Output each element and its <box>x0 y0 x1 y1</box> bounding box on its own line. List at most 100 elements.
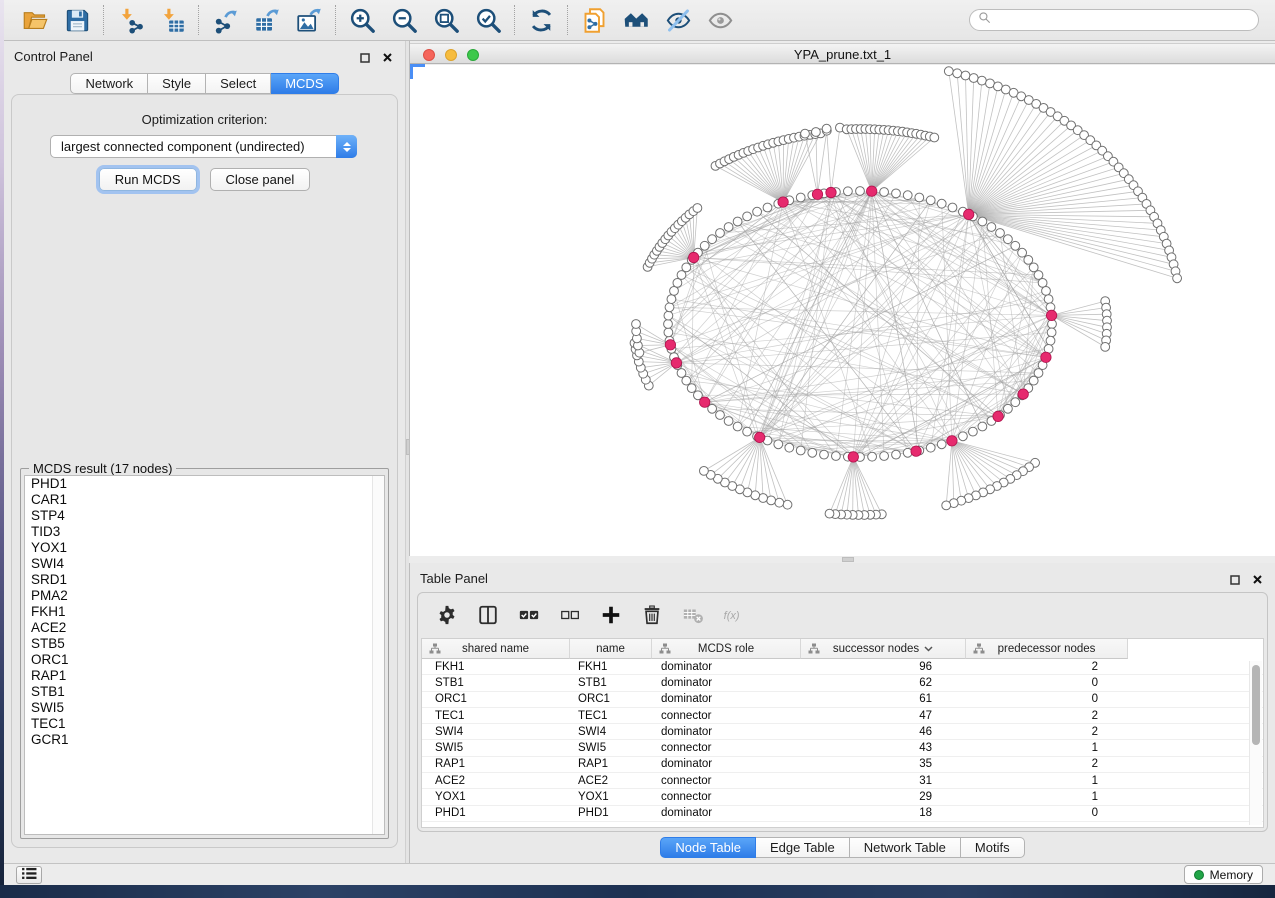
memory-button[interactable]: Memory <box>1184 865 1263 884</box>
column-header-shared-name[interactable]: shared name <box>422 639 570 659</box>
float-panel-icon[interactable] <box>1230 572 1240 590</box>
mcds-result-group: MCDS result (17 nodes) PHD1CAR1STP4TID3Y… <box>20 468 389 839</box>
mcds-result-node[interactable]: ORC1 <box>25 652 384 668</box>
cell-MCDS-role: dominator <box>652 661 801 673</box>
table-scrollbar-thumb[interactable] <box>1252 665 1260 745</box>
cell-MCDS-role: connector <box>652 742 801 754</box>
network-nodes[interactable] <box>630 67 1181 520</box>
dropdown-stepper-icon[interactable] <box>336 135 357 158</box>
mcds-result-node[interactable]: STB1 <box>25 684 384 700</box>
copy-network-button[interactable] <box>573 3 615 37</box>
mcds-result-node[interactable]: ACE2 <box>25 620 384 636</box>
import-network-icon <box>117 7 144 34</box>
cell-MCDS-role: dominator <box>652 807 801 819</box>
tab-style[interactable]: Style <box>148 73 206 94</box>
refresh-button[interactable] <box>520 3 562 37</box>
save-button[interactable] <box>56 3 98 37</box>
import-table-button[interactable] <box>151 3 193 37</box>
column-header-predecessor-nodes[interactable]: predecessor nodes <box>966 639 1128 659</box>
search-box[interactable] <box>969 9 1259 31</box>
close-panel-icon[interactable] <box>382 50 393 68</box>
cell-MCDS-role: dominator <box>652 693 801 705</box>
table-toolbar: f(x) <box>418 593 1267 637</box>
network-titlebar[interactable]: YPA_prune.txt_1 <box>410 43 1275 64</box>
table-row[interactable]: TEC1TEC1connector472 <box>422 708 1263 724</box>
horizontal-splitter[interactable] <box>409 556 1275 563</box>
splitter-grip[interactable] <box>842 557 854 562</box>
delete-button[interactable] <box>641 604 663 626</box>
zoom-selected-button[interactable] <box>467 3 509 37</box>
mcds-result-node[interactable]: PMA2 <box>25 588 384 604</box>
column-header-successor-nodes[interactable]: successor nodes <box>801 639 966 659</box>
mcds-result-node[interactable]: SWI5 <box>25 700 384 716</box>
float-panel-icon[interactable] <box>360 50 370 68</box>
mcds-result-node[interactable]: GCR1 <box>25 732 384 748</box>
tab-node-table[interactable]: Node Table <box>660 837 756 858</box>
tab-edge-table[interactable]: Edge Table <box>756 837 850 858</box>
show-all-button[interactable] <box>699 3 741 37</box>
task-history-button[interactable] <box>16 866 42 884</box>
zoom-fit-button[interactable] <box>425 3 467 37</box>
import-network-button[interactable] <box>109 3 151 37</box>
table-row[interactable]: ORC1ORC1dominator610 <box>422 692 1263 708</box>
network-canvas[interactable] <box>410 65 1275 556</box>
mcds-result-node[interactable]: RAP1 <box>25 668 384 684</box>
first-neighbors-button[interactable] <box>615 3 657 37</box>
mcds-result-node[interactable]: FKH1 <box>25 604 384 620</box>
table-scrollbar[interactable] <box>1249 661 1262 825</box>
table-row[interactable]: ACE2ACE2connector311 <box>422 773 1263 789</box>
mcds-result-scrollbar[interactable] <box>372 476 384 834</box>
mcds-result-node[interactable]: PHD1 <box>25 476 384 492</box>
table-row[interactable]: FKH1FKH1dominator962 <box>422 659 1263 675</box>
node-table-header: shared namenameMCDS rolesuccessor nodesp… <box>422 639 1263 659</box>
table-row[interactable]: SWI4SWI4dominator462 <box>422 724 1263 740</box>
add-button[interactable] <box>600 604 622 626</box>
mcds-result-list[interactable]: PHD1CAR1STP4TID3YOX1SWI4SRD1PMA2FKH1ACE2… <box>24 475 385 835</box>
deselect-all-button[interactable] <box>559 604 581 626</box>
export-table-button[interactable] <box>246 3 288 37</box>
memory-label: Memory <box>1210 868 1253 882</box>
export-image-button[interactable] <box>288 3 330 37</box>
hide-selected-icon <box>665 7 692 34</box>
tab-select[interactable]: Select <box>206 73 271 94</box>
cell-MCDS-role: dominator <box>652 726 801 738</box>
table-row[interactable]: RAP1RAP1dominator352 <box>422 757 1263 773</box>
close-panel-button[interactable]: Close panel <box>210 168 311 191</box>
export-network-button[interactable] <box>204 3 246 37</box>
mcds-result-node[interactable]: STB5 <box>25 636 384 652</box>
zoom-out-button[interactable] <box>383 3 425 37</box>
tab-network-table[interactable]: Network Table <box>850 837 961 858</box>
table-row[interactable]: STB1STB1dominator620 <box>422 675 1263 691</box>
function-builder-icon: f(x) <box>723 604 745 626</box>
run-mcds-button[interactable]: Run MCDS <box>99 168 197 191</box>
tab-mcds[interactable]: MCDS <box>271 73 338 94</box>
mcds-result-node[interactable]: CAR1 <box>25 492 384 508</box>
close-panel-icon[interactable] <box>1252 572 1263 590</box>
mcds-result-node[interactable]: STP4 <box>25 508 384 524</box>
mcds-result-node[interactable]: YOX1 <box>25 540 384 556</box>
zoom-in-button[interactable] <box>341 3 383 37</box>
toggle-columns-icon <box>477 604 499 626</box>
node-table[interactable]: shared namenameMCDS rolesuccessor nodesp… <box>421 638 1264 828</box>
cell-shared-name: YOX1 <box>422 791 570 803</box>
toggle-columns-button[interactable] <box>477 604 499 626</box>
mcds-result-node[interactable]: SWI4 <box>25 556 384 572</box>
column-header-MCDS-role[interactable]: MCDS role <box>652 639 801 659</box>
mcds-result-node[interactable]: SRD1 <box>25 572 384 588</box>
tab-network[interactable]: Network <box>70 73 148 94</box>
cell-successor-nodes: 35 <box>801 758 966 770</box>
table-row[interactable]: PHD1PHD1dominator180 <box>422 806 1263 822</box>
tab-motifs[interactable]: Motifs <box>961 837 1025 858</box>
table-row[interactable]: YOX1YOX1connector291 <box>422 789 1263 805</box>
mcds-result-node[interactable]: TEC1 <box>25 716 384 732</box>
open-button[interactable] <box>14 3 56 37</box>
table-row[interactable]: SWI5SWI5connector431 <box>422 740 1263 756</box>
hide-selected-button[interactable] <box>657 3 699 37</box>
column-header-name[interactable]: name <box>570 639 652 659</box>
network-frame: YPA_prune.txt_1 <box>409 41 1275 556</box>
optimization-criterion-dropdown[interactable]: largest connected component (undirected) <box>50 135 357 158</box>
search-input[interactable] <box>997 12 1250 28</box>
select-all-button[interactable] <box>518 604 540 626</box>
mcds-result-node[interactable]: TID3 <box>25 524 384 540</box>
settings-button[interactable] <box>436 604 458 626</box>
